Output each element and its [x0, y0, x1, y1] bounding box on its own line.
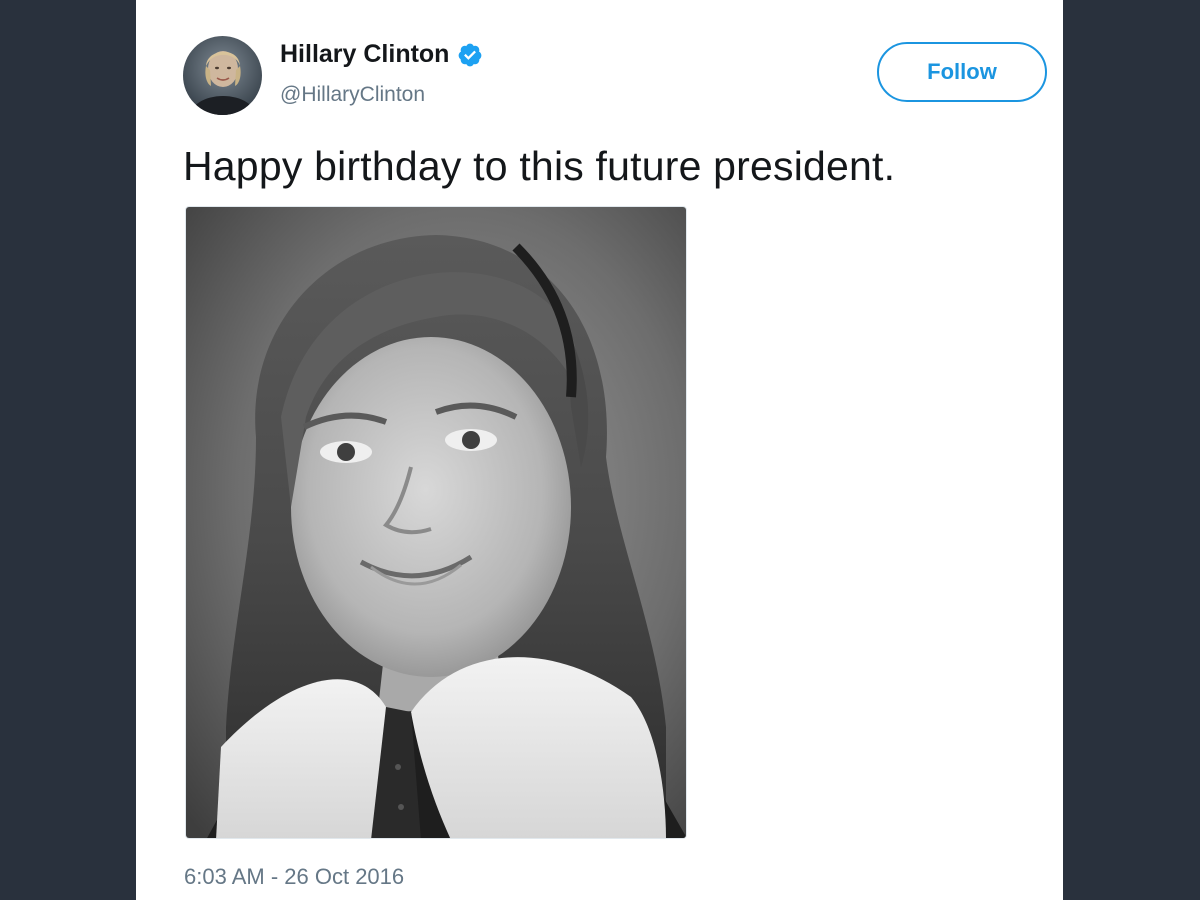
childhood-portrait-photo-icon	[186, 207, 686, 838]
author-name[interactable]: Hillary Clinton	[280, 40, 449, 69]
follow-button[interactable]: Follow	[877, 42, 1047, 102]
tweet-photo[interactable]	[185, 206, 687, 839]
avatar-photo-icon	[183, 36, 262, 115]
tweet-text: Happy birthday to this future president.	[183, 143, 896, 189]
tweet-card: Hillary Clinton @HillaryClinton Follow H…	[136, 0, 1063, 900]
author-avatar[interactable]	[183, 36, 262, 115]
page-background: Hillary Clinton @HillaryClinton Follow H…	[0, 0, 1200, 900]
author-handle[interactable]: @HillaryClinton	[280, 83, 425, 107]
author-name-row: Hillary Clinton	[280, 40, 483, 69]
verified-badge-icon	[457, 42, 483, 68]
tweet-timestamp[interactable]: 6:03 AM - 26 Oct 2016	[184, 864, 404, 890]
